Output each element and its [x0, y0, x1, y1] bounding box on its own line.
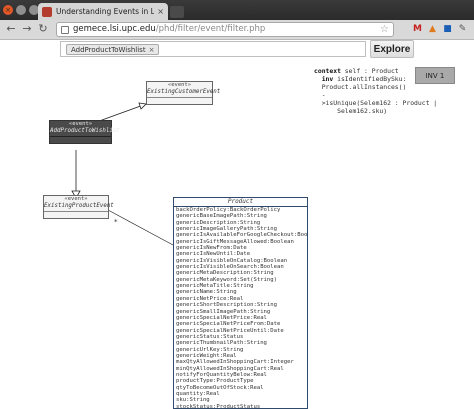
class-body — [44, 212, 108, 216]
browser-tab[interactable]: Understanding Events in L... × — [38, 3, 168, 20]
address-bar[interactable]: gemece.lsi.upc.edu/phd/filter/event/filt… — [56, 22, 394, 37]
browser-tab-bar: × Understanding Events in L... × — [0, 0, 474, 20]
back-button[interactable]: ← — [4, 22, 18, 36]
ext-orange-icon[interactable]: ▲ — [427, 24, 438, 35]
window-close-button[interactable]: × — [3, 5, 13, 15]
class-existing-customer-event[interactable]: «event» ExistingCustomerEvent — [146, 81, 220, 105]
class-stereotype: «event» — [167, 82, 192, 88]
class-attribute: stockStatus:ProductStatus — [176, 403, 261, 409]
class-name: ExistingCustomerEvent — [147, 89, 220, 98]
class-attribute: maxQtyAllowedInShoppingCart:Integer — [176, 359, 294, 366]
class-attribute: genericIsAvailableForGoogleCheckout:Bool… — [176, 232, 308, 239]
forward-button[interactable]: → — [20, 22, 34, 36]
attribute-list: backOrderPolicy:BackOrderPolicy genericBa… — [174, 207, 308, 409]
bookmark-star-icon[interactable]: ☆ — [380, 23, 389, 36]
url-path: /phd/filter/event/filter.php — [155, 24, 266, 34]
class-add-product-to-wishlist[interactable]: «event» AddProductToWishlist — [49, 120, 120, 144]
class-name: Product — [174, 198, 307, 207]
class-name: ExistingProductEvent — [44, 203, 114, 212]
page-content: AddProductToWishlist × Explore context se… — [0, 40, 474, 409]
class-body — [50, 137, 111, 141]
page-icon — [61, 26, 69, 34]
url-host: gemece.lsi.upc.edu — [73, 24, 156, 34]
class-stereotype: «event» — [68, 121, 93, 127]
class-name: AddProductToWishlist — [50, 128, 120, 137]
new-tab-button[interactable] — [170, 6, 184, 18]
association-multiplicity: * — [114, 218, 118, 226]
class-stereotype: «event» — [64, 196, 88, 202]
window-controls: × — [3, 5, 39, 15]
generalization-arrow-1 — [138, 102, 147, 110]
tab-title: Understanding Events in L... — [56, 7, 155, 16]
class-existing-product-event[interactable]: «event» ExistingProductEvent — [43, 195, 114, 219]
tab-close-icon[interactable]: × — [157, 7, 164, 16]
association-line — [107, 209, 174, 246]
window-minimize-button[interactable] — [16, 5, 26, 15]
class-body — [147, 98, 212, 102]
ext-blue-icon[interactable]: ■ — [442, 24, 453, 35]
gmail-icon[interactable]: M — [412, 24, 423, 35]
browser-toolbar: ← → ↻ gemece.lsi.upc.edu/phd/filter/even… — [0, 20, 474, 40]
wrench-icon[interactable]: ✎ — [457, 24, 468, 35]
class-product[interactable]: Product backOrderPolicy:BackOrderPolicy g… — [173, 197, 308, 409]
favicon-icon — [42, 6, 52, 17]
reload-button[interactable]: ↻ — [36, 22, 50, 36]
